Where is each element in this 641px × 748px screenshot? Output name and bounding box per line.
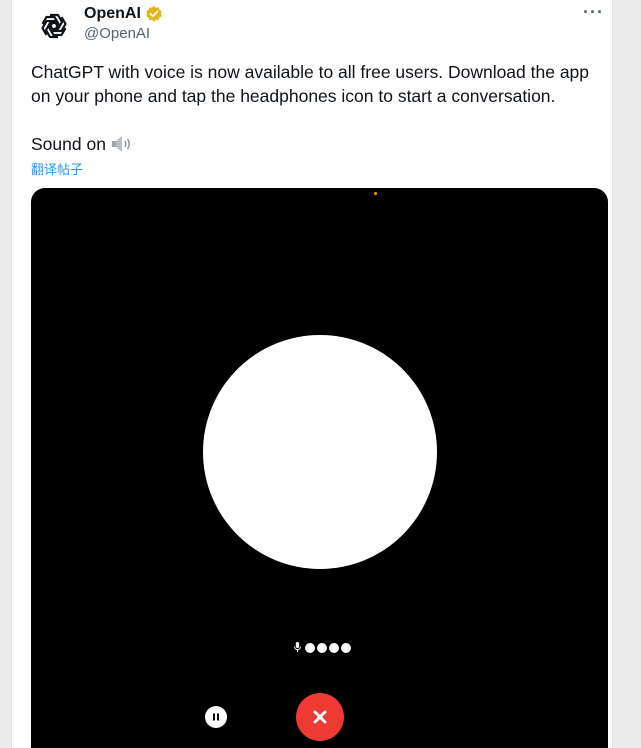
level-dot	[305, 642, 315, 653]
verified-badge-icon	[146, 5, 162, 22]
level-dot	[341, 642, 351, 653]
speaker-icon	[111, 136, 130, 152]
recording-indicator-dot	[374, 192, 377, 195]
tweet-body: ChatGPT with voice is now available to a…	[31, 62, 590, 106]
avatar[interactable]	[36, 8, 72, 44]
more-options-icon[interactable]: ···	[583, 2, 604, 23]
level-dot	[317, 642, 327, 653]
level-dot	[329, 642, 339, 653]
pause-button[interactable]	[205, 706, 227, 728]
pause-icon	[213, 713, 219, 721]
close-icon	[313, 710, 327, 724]
tweet-card: OpenAI @OpenAI ··· ChatGPT with voice is…	[11, 0, 613, 748]
translate-post-link[interactable]: 翻译帖子	[31, 159, 83, 178]
tweet-text: ChatGPT with voice is now available to a…	[31, 60, 609, 108]
openai-logo-icon	[41, 13, 67, 39]
author-display-name[interactable]: OpenAI	[84, 4, 141, 24]
author-line: OpenAI	[84, 4, 163, 24]
sound-label: Sound on	[31, 134, 106, 154]
end-call-button[interactable]	[296, 693, 344, 741]
microphone-icon	[294, 642, 301, 653]
voice-orb	[203, 335, 437, 569]
sound-line: Sound on	[31, 132, 133, 156]
video-player[interactable]	[31, 188, 608, 748]
author-handle[interactable]: @OpenAI	[84, 24, 150, 44]
page: OpenAI @OpenAI ··· ChatGPT with voice is…	[0, 0, 641, 748]
listening-indicator	[294, 642, 351, 653]
